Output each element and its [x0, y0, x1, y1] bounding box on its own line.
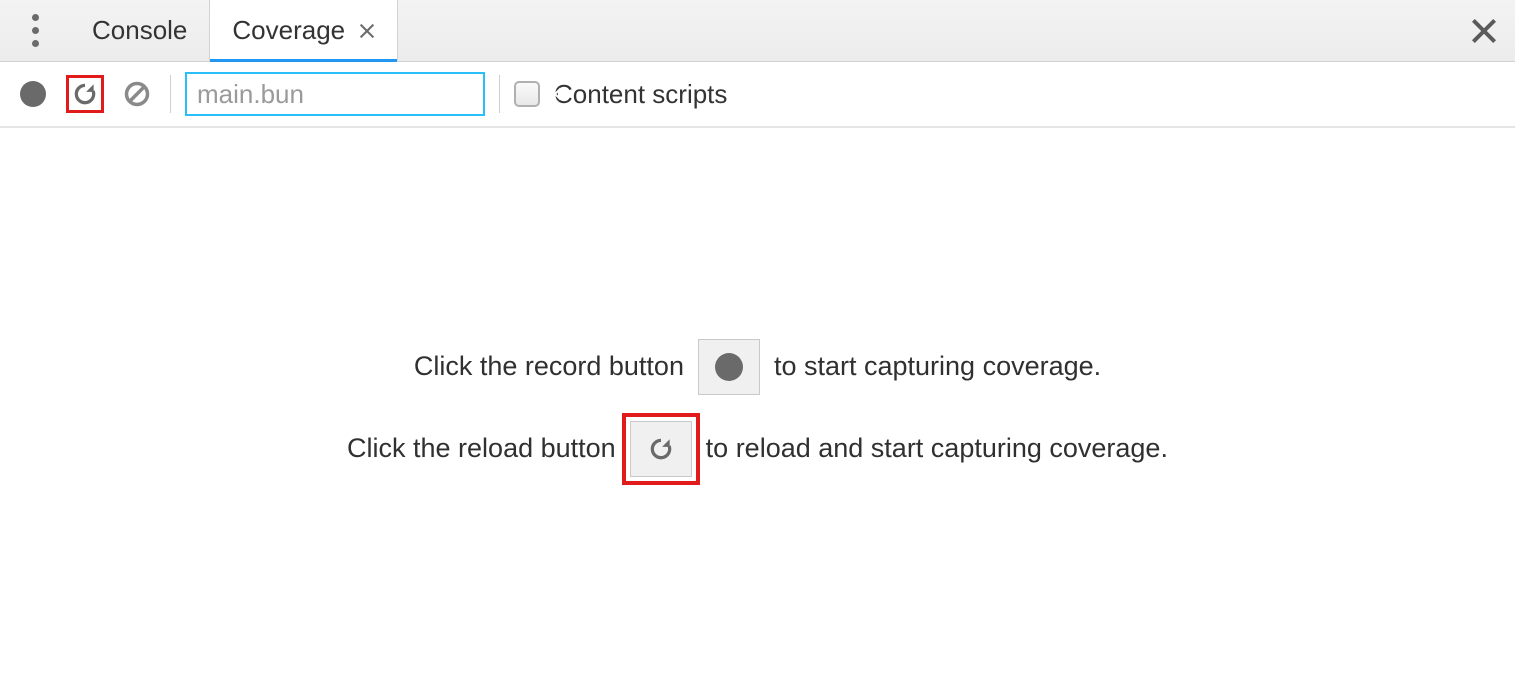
hint-text: Click the record button to start capturi… — [347, 313, 1168, 503]
reload-icon — [72, 81, 98, 107]
hint-record-before: Click the record button — [414, 351, 684, 382]
record-icon — [20, 81, 46, 107]
separator — [499, 75, 500, 113]
tab-console[interactable]: Console — [70, 0, 209, 61]
close-icon[interactable] — [359, 23, 375, 39]
hint-record-after: to start capturing coverage. — [774, 351, 1101, 382]
content-scripts-label: Content scripts — [554, 79, 727, 110]
separator — [170, 75, 171, 113]
hint-reload-button[interactable] — [630, 421, 692, 477]
reload-button[interactable] — [66, 75, 104, 113]
coverage-empty-state: Click the record button to start capturi… — [0, 128, 1515, 687]
tab-strip: Console Coverage — [0, 0, 1515, 62]
more-icon[interactable] — [0, 0, 70, 61]
hint-record-button[interactable] — [698, 339, 760, 395]
record-icon — [715, 353, 743, 381]
tab-label: Console — [92, 15, 187, 46]
reload-icon — [648, 436, 674, 462]
hint-reload-after: to reload and start capturing coverage. — [706, 433, 1168, 464]
content-scripts-checkbox[interactable] — [514, 81, 540, 107]
hint-reload-before: Click the reload button — [347, 433, 616, 464]
url-filter[interactable] — [185, 72, 485, 116]
record-button[interactable] — [14, 75, 52, 113]
block-icon — [123, 80, 151, 108]
tab-coverage[interactable]: Coverage — [209, 0, 398, 61]
clear-button[interactable] — [118, 75, 156, 113]
coverage-toolbar: Content scripts — [0, 62, 1515, 128]
url-filter-input[interactable] — [197, 79, 532, 110]
tab-label: Coverage — [232, 15, 345, 46]
close-drawer-icon[interactable] — [1469, 16, 1499, 46]
